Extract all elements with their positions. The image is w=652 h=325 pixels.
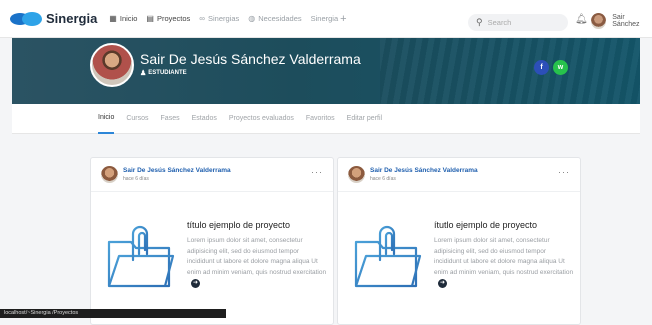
arrow-right-icon[interactable]: ➜ — [438, 278, 447, 288]
search-placeholder: Search — [487, 18, 512, 27]
plus-icon: + — [340, 12, 347, 25]
search-input[interactable]: ⚲ Search — [468, 14, 568, 31]
brand-logo[interactable]: Sinergia — [10, 11, 97, 27]
avatar — [591, 13, 607, 29]
tab-cursos[interactable]: Cursos — [126, 104, 148, 134]
profile-role: ♟ ESTUDIANTE — [140, 69, 187, 77]
nav-label: Proyectos — [156, 14, 191, 23]
profile-avatar — [90, 43, 134, 87]
user-menu[interactable]: Sair Sánchez — [591, 13, 652, 29]
card-text: Lorem ipsum dolor sit amet, consectetur … — [434, 237, 574, 276]
infinity-icon: ∞ — [199, 14, 205, 23]
facebook-button[interactable]: f — [534, 60, 549, 75]
whatsapp-button[interactable]: w — [553, 60, 568, 75]
card-author[interactable]: Sair De Jesús Sánchez Valderrama — [123, 167, 231, 174]
grid-icon: ▦ — [109, 14, 117, 23]
sinergia-logo-icon — [10, 11, 42, 27]
card-time: hace 6 días — [370, 176, 396, 182]
tab-proyectos-evaluados[interactable]: Proyectos evaluados — [229, 104, 294, 134]
tab-fases[interactable]: Fases — [161, 104, 180, 134]
folder-clip-icon — [107, 225, 175, 288]
role-label: ESTUDIANTE — [148, 70, 187, 76]
search-icon: ⚲ — [476, 17, 483, 27]
tab-editar-perfil[interactable]: Editar perfil — [347, 104, 382, 134]
card-description: Lorem ipsum dolor sit amet, consectetur … — [434, 236, 574, 289]
nav-label: Necesidades — [258, 14, 302, 23]
browser-status-bar: localhost/~Sinergia /Proyectos — [0, 309, 226, 318]
nav-label: Inicio — [119, 14, 138, 23]
nav-item-inicio[interactable]: ▦ Inicio — [109, 14, 137, 23]
card-title[interactable]: título ejemplo de proyecto — [187, 220, 290, 230]
top-navbar: Sinergia ▦ Inicio ▤ Proyectos ∞ Sinergia… — [0, 0, 652, 38]
tab-inicio[interactable]: Inicio — [98, 104, 115, 134]
card-header: Sair De Jesús Sánchez Valderrama hace 6 … — [348, 166, 478, 183]
card-description: Lorem ipsum dolor sit amet, consectetur … — [187, 236, 327, 289]
tab-favoritos[interactable]: Favoritos — [306, 104, 335, 134]
main-nav: ▦ Inicio ▤ Proyectos ∞ Sinergias ◍ Neces… — [109, 13, 358, 25]
arrow-right-icon[interactable]: ➜ — [191, 278, 200, 288]
folder-clip-icon — [354, 225, 422, 288]
avatar — [101, 166, 118, 183]
card-time: hace 6 días — [123, 176, 149, 182]
project-card[interactable]: Sair De Jesús Sánchez Valderrama hace 6 … — [337, 157, 581, 325]
card-text: Lorem ipsum dolor sit amet, consectetur … — [187, 237, 327, 276]
nav-label: Sinergia — [310, 14, 339, 23]
notification-bell-icon[interactable]: 🔔︎ — [575, 14, 588, 25]
nav-item-new-sinergia[interactable]: Sinergia + — [311, 13, 350, 25]
nav-item-sinergias[interactable]: ∞ Sinergias — [199, 14, 239, 23]
card-author[interactable]: Sair De Jesús Sánchez Valderrama — [370, 167, 478, 174]
profile-tabs: Inicio Cursos Fases Estados Proyectos ev… — [12, 104, 640, 134]
divider — [91, 191, 333, 192]
globe-icon: ◍ — [248, 14, 256, 23]
nav-item-proyectos[interactable]: ▤ Proyectos — [146, 14, 190, 23]
profile-banner: Sair De Jesús Sánchez Valderrama ♟ ESTUD… — [12, 38, 640, 104]
avatar — [348, 166, 365, 183]
user-icon: ♟ — [140, 70, 147, 77]
profile-name: Sair De Jesús Sánchez Valderrama — [140, 51, 361, 67]
more-options-icon[interactable]: ··· — [311, 167, 323, 177]
more-options-icon[interactable]: ··· — [558, 167, 570, 177]
project-card[interactable]: Sair De Jesús Sánchez Valderrama hace 6 … — [90, 157, 334, 325]
user-name: Sair Sánchez — [612, 14, 640, 28]
card-title[interactable]: ítutlo ejemplo de proyecto — [434, 220, 537, 230]
card-header: Sair De Jesús Sánchez Valderrama hace 6 … — [101, 166, 231, 183]
tab-estados[interactable]: Estados — [192, 104, 217, 134]
divider — [338, 191, 580, 192]
nav-label: Sinergias — [208, 14, 240, 23]
brand-name: Sinergia — [46, 11, 98, 26]
folder-icon: ▤ — [146, 14, 154, 23]
nav-item-necesidades[interactable]: ◍ Necesidades — [248, 14, 301, 23]
